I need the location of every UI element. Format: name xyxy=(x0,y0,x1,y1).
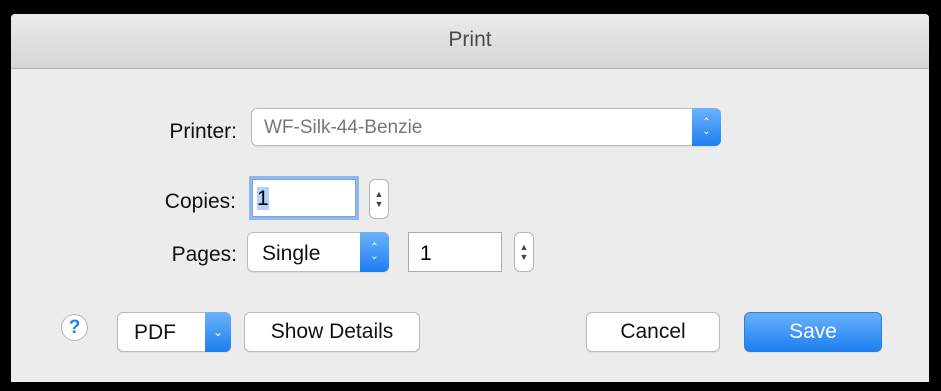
print-dialog: Print Printer: WF-Silk-44-Benzie ⌃ ⌄ Copi… xyxy=(11,14,929,382)
pages-mode-popup[interactable]: Single ⌃ ⌄ xyxy=(247,232,389,272)
copies-label: Copies: xyxy=(164,190,236,213)
stepper-down-icon: ▼ xyxy=(519,252,529,262)
stepper-up-icon: ▲ xyxy=(519,242,529,252)
updown-chevron-icon: ⌃ ⌄ xyxy=(360,232,389,272)
pdf-menu-button[interactable]: PDF ⌄ xyxy=(117,312,231,352)
copies-stepper[interactable]: ▲ ▼ xyxy=(369,179,389,219)
printer-label: Printer: xyxy=(169,120,237,143)
stepper-up-icon: ▲ xyxy=(374,189,384,199)
cancel-button[interactable]: Cancel xyxy=(586,312,720,352)
printer-value: WF-Silk-44-Benzie xyxy=(264,117,423,138)
copies-field[interactable]: 1 xyxy=(252,179,356,217)
pages-label: Pages: xyxy=(171,243,237,266)
updown-chevron-icon: ⌃ ⌄ xyxy=(692,108,721,146)
help-button[interactable]: ? xyxy=(61,314,88,341)
pages-stepper[interactable]: ▲ ▼ xyxy=(514,232,534,272)
pages-value: 1 xyxy=(420,242,432,265)
printer-popup[interactable]: WF-Silk-44-Benzie ⌃ ⌄ xyxy=(251,108,721,146)
stepper-down-icon: ▼ xyxy=(374,199,384,209)
dialog-title: Print xyxy=(448,28,492,51)
pages-field[interactable]: 1 xyxy=(408,232,502,272)
save-button[interactable]: Save xyxy=(744,312,882,352)
pages-mode-value: Single xyxy=(262,242,321,265)
copies-value: 1 xyxy=(257,187,269,210)
pdf-label: PDF xyxy=(134,321,176,344)
show-details-button[interactable]: Show Details xyxy=(244,312,420,352)
chevron-down-icon: ⌄ xyxy=(205,312,231,352)
title-bar[interactable]: Print xyxy=(11,14,929,69)
